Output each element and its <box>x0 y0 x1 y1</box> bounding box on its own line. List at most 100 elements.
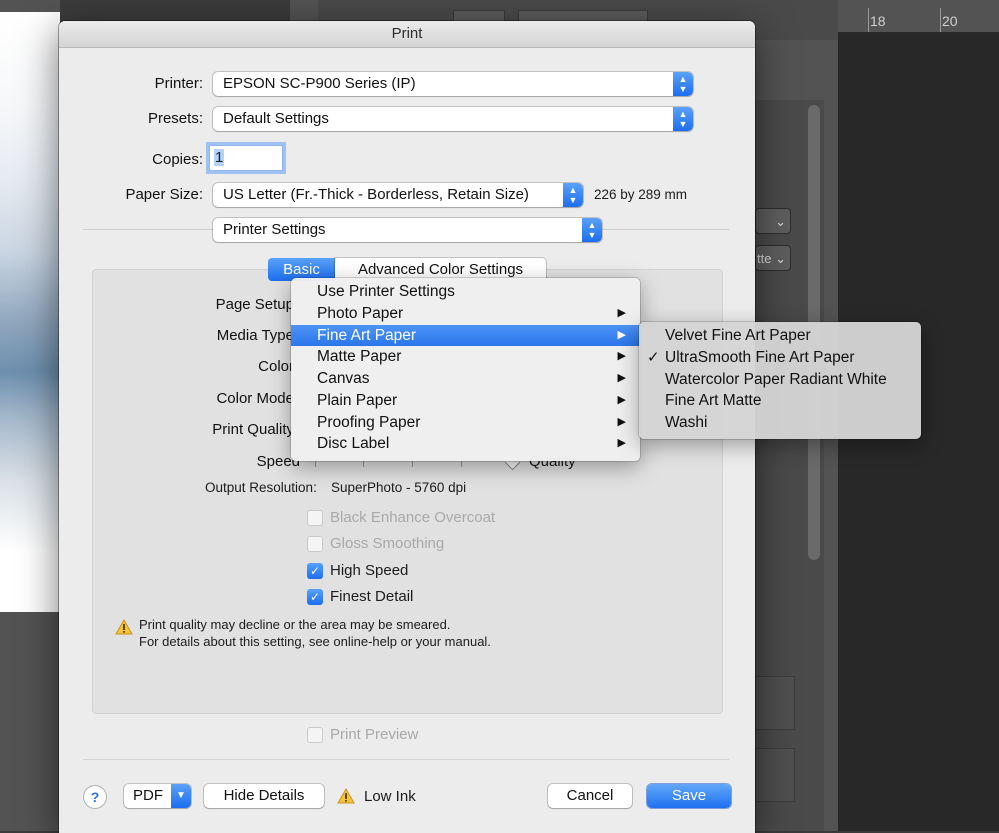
color-label: Color <box>258 358 294 375</box>
submenu-item-label: UltraSmooth Fine Art Paper <box>665 348 855 366</box>
submenu-item-velvet-fine-art-paper[interactable]: Velvet Fine Art Paper <box>639 325 921 347</box>
dialog-title: Print <box>59 21 755 48</box>
printer-value: EPSON SC-P900 Series (IP) <box>223 75 416 92</box>
menu-item-plain-paper[interactable]: Plain Paper ▶ <box>291 390 640 412</box>
gloss-smoothing-label: Gloss Smoothing <box>330 535 445 552</box>
submenu-item-fine-art-matte[interactable]: Fine Art Matte <box>639 390 921 412</box>
menu-item-use-printer-settings[interactable]: Use Printer Settings <box>291 281 640 303</box>
pdf-menu-button[interactable]: PDF ▼ <box>124 784 191 808</box>
canvas-guide-line <box>0 10 60 11</box>
menu-item-label: Photo Paper <box>317 304 404 322</box>
save-button[interactable]: Save <box>647 784 731 808</box>
popup-stepper-icon: ▲ ▼ <box>673 72 693 96</box>
cancel-button[interactable]: Cancel <box>548 784 632 808</box>
section-popup[interactable]: Printer Settings ▲ ▼ <box>213 218 602 242</box>
submenu-arrow-icon: ▶ <box>617 350 626 363</box>
app-panel-box <box>755 676 795 730</box>
separator <box>83 759 729 760</box>
print-quality-label: Print Quality <box>212 421 294 438</box>
pdf-label: PDF <box>133 787 163 804</box>
menu-item-label: Use Printer Settings <box>317 283 455 300</box>
app-panel-dropdown[interactable]: ⌄ <box>755 208 791 234</box>
page-setup-label: Page Setup <box>215 296 294 313</box>
print-preview-checkbox[interactable] <box>307 727 323 743</box>
menu-item-photo-paper[interactable]: Photo Paper ▶ <box>291 303 640 325</box>
speed-label: Speed <box>256 453 300 470</box>
submenu-item-washi[interactable]: Washi <box>639 412 921 434</box>
output-resolution-value: SuperPhoto - 5760 dpi <box>331 480 467 495</box>
low-ink-status[interactable]: Low Ink <box>364 788 416 805</box>
section-value: Printer Settings <box>223 221 326 238</box>
popup-stepper-icon: ▲ ▼ <box>582 218 602 242</box>
print-preview-label: Print Preview <box>330 726 419 743</box>
submenu-item-label: Washi <box>665 414 708 431</box>
menu-item-label: Proofing Paper <box>317 413 421 431</box>
submenu-arrow-icon: ▶ <box>617 415 626 428</box>
menu-item-label: Matte Paper <box>317 348 402 366</box>
ruler-label: 18 <box>870 13 886 29</box>
gloss-smoothing-checkbox[interactable] <box>307 536 323 552</box>
paper-size-popup[interactable]: US Letter (Fr.-Thick - Borderless, Retai… <box>213 183 583 207</box>
menu-item-matte-paper[interactable]: Matte Paper ▶ <box>291 346 640 368</box>
fine-art-paper-submenu: Velvet Fine Art Paper ✓ UltraSmooth Fine … <box>639 322 921 439</box>
presets-label: Presets: <box>147 110 203 127</box>
media-type-label: Media Type <box>216 327 294 344</box>
menu-item-label: Fine Art Paper <box>317 326 417 344</box>
low-ink-warning-icon <box>337 788 355 804</box>
app-panel-box <box>755 748 795 802</box>
media-type-menu: Use Printer Settings Photo Paper ▶ Fine A… <box>291 278 640 461</box>
high-speed-label: High Speed <box>330 562 409 579</box>
copies-label: Copies: <box>152 151 203 168</box>
submenu-item-label: Fine Art Matte <box>665 392 762 410</box>
printer-popup[interactable]: EPSON SC-P900 Series (IP) ▲ ▼ <box>213 72 693 96</box>
warning-icon <box>115 619 133 635</box>
printer-label: Printer: <box>154 75 203 92</box>
presets-popup[interactable]: Default Settings ▲ ▼ <box>213 107 693 131</box>
ruler: 18 20 <box>838 0 999 33</box>
help-button[interactable]: ? <box>84 786 106 808</box>
warning-line-1: Print quality may decline or the area ma… <box>139 617 451 632</box>
paper-size-label: Paper Size: <box>125 186 203 203</box>
menu-item-canvas[interactable]: Canvas ▶ <box>291 368 640 390</box>
submenu-item-watercolor-paper-radiant-white[interactable]: Watercolor Paper Radiant White <box>639 369 921 391</box>
popup-stepper-icon: ▲ ▼ <box>563 183 583 207</box>
submenu-arrow-icon: ▶ <box>617 372 626 384</box>
presets-value: Default Settings <box>223 110 329 127</box>
submenu-arrow-icon: ▶ <box>617 393 626 406</box>
finest-detail-checkbox[interactable]: ✓ <box>307 589 323 605</box>
popup-stepper-icon: ▲ ▼ <box>673 107 693 131</box>
menu-item-disc-label[interactable]: Disc Label ▶ <box>291 433 640 455</box>
ruler-label: 20 <box>942 13 958 29</box>
app-panel-dropdown-value: tte <box>757 251 772 266</box>
ruler-tick <box>868 8 869 32</box>
submenu-item-ultrasmooth-fine-art-paper[interactable]: ✓ UltraSmooth Fine Art Paper <box>639 347 921 369</box>
copies-input[interactable]: 1 <box>209 145 283 171</box>
output-resolution-label: Output Resolution: <box>205 480 317 495</box>
submenu-arrow-icon: ▶ <box>617 437 626 450</box>
menu-item-label: Canvas <box>317 370 370 387</box>
ruler-tick <box>940 8 941 32</box>
hide-details-button[interactable]: Hide Details <box>204 784 324 808</box>
black-enhance-label: Black Enhance Overcoat <box>330 509 496 526</box>
submenu-arrow-icon: ▶ <box>617 328 626 341</box>
menu-item-label: Disc Label <box>317 435 390 453</box>
warning-line-2: For details about this setting, see onli… <box>139 634 491 649</box>
copies-value: 1 <box>214 149 225 166</box>
color-mode-label: Color Mode <box>216 390 294 407</box>
menu-item-proofing-paper[interactable]: Proofing Paper ▶ <box>291 412 640 434</box>
black-enhance-checkbox[interactable] <box>307 510 323 526</box>
menu-item-label: Plain Paper <box>317 391 398 409</box>
submenu-item-label: Velvet Fine Art Paper <box>665 327 811 344</box>
paper-size-value: US Letter (Fr.-Thick - Borderless, Retai… <box>223 186 529 203</box>
menu-item-fine-art-paper[interactable]: Fine Art Paper ▶ <box>291 324 640 347</box>
checkmark-icon: ✓ <box>647 348 660 366</box>
chevron-down-icon: ▼ <box>171 784 191 808</box>
app-canvas-area <box>0 0 60 831</box>
app-panel-dropdown[interactable]: tte ⌄ <box>755 245 791 271</box>
submenu-item-label: Watercolor Paper Radiant White <box>665 370 887 388</box>
paper-dimensions: 226 by 289 mm <box>594 187 688 202</box>
submenu-arrow-icon: ▶ <box>617 306 626 319</box>
document-preview-image <box>0 12 60 612</box>
finest-detail-label: Finest Detail <box>330 588 414 605</box>
high-speed-checkbox[interactable]: ✓ <box>307 563 323 579</box>
